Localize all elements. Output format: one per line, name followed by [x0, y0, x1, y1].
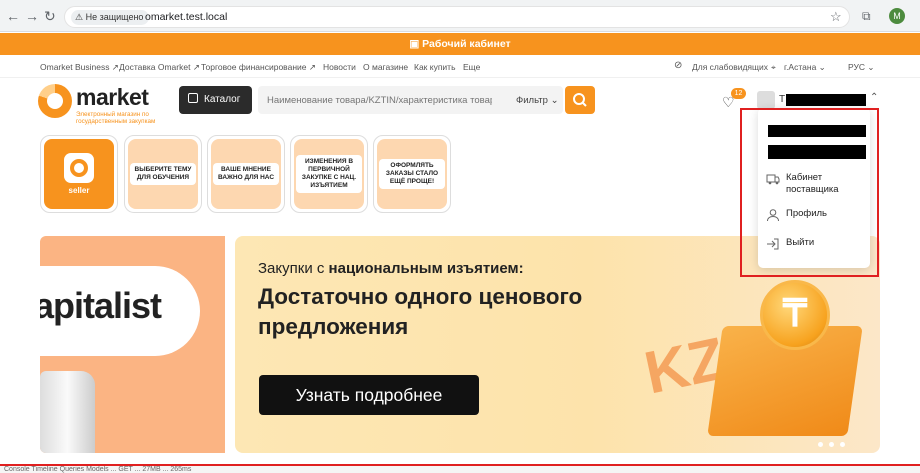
banner-left[interactable]: apitalist — [40, 236, 225, 453]
banner-subtitle: Закупки с национальным изъятием: — [258, 260, 524, 277]
chevron-down-icon: ⌄ — [550, 95, 559, 106]
carousel-dot[interactable] — [829, 442, 834, 447]
tile-label: ВЫБЕРИТЕ ТЕМУ ДЛЯ ОБУЧЕНИЯ — [130, 163, 196, 185]
nav-link-delivery[interactable]: Доставка Omarket ↗ — [119, 62, 200, 73]
city-selector[interactable]: г.Астана ⌄ — [784, 62, 826, 73]
seller-logo-icon — [64, 153, 94, 183]
bookmark-star-icon[interactable]: ☆ — [830, 9, 842, 25]
carousel-dot[interactable] — [840, 442, 845, 447]
search-button[interactable] — [565, 86, 595, 114]
banner-left-text: apitalist — [40, 285, 162, 326]
tile-feedback[interactable]: ВАШЕ МНЕНИЕ ВАЖНО ДЛЯ НАС — [207, 135, 285, 213]
extensions-icon[interactable]: ⧉ — [862, 9, 871, 24]
reload-icon[interactable]: ↻ — [44, 8, 56, 24]
eye-slash-icon: ⊘ — [674, 60, 683, 71]
address-bar[interactable]: ⚠ Не защищено omarket.test.local — [64, 6, 850, 28]
tile-content: ВАШЕ МНЕНИЕ ВАЖНО ДЛЯ НАС — [211, 139, 281, 209]
accessibility-link[interactable]: Для слабовидящих — [692, 62, 768, 72]
tile-label: ВАШЕ МНЕНИЕ ВАЖНО ДЛЯ НАС — [213, 163, 279, 185]
seller-label: seller — [68, 186, 90, 195]
tile-content: ВЫБЕРИТЕ ТЕМУ ДЛЯ ОБУЧЕНИЯ — [128, 139, 198, 209]
workspace-label: Рабочий кабинет — [422, 38, 511, 50]
language-selector[interactable]: РУС ⌄ — [848, 62, 875, 73]
omarket-logo[interactable]: market Электронный магазин по государств… — [38, 84, 168, 128]
favorites-badge: 12 — [731, 88, 746, 99]
tile-orders[interactable]: ОФОРМЛЯТЬ ЗАКАЗЫ СТАЛО ЕЩЁ ПРОЩЕ! — [373, 135, 451, 213]
nav-link-news[interactable]: Новости — [323, 62, 356, 72]
workspace-bar[interactable]: ▣ Рабочий кабинет — [0, 33, 920, 55]
filter-dropdown[interactable]: Фильтр ⌄ — [516, 95, 559, 106]
banner-subtitle-prefix: Закупки с — [258, 260, 329, 277]
security-label: Не защищено — [85, 12, 144, 22]
redacted-username — [786, 94, 866, 106]
chevron-down-icon: ⌄ — [867, 62, 875, 72]
grid-icon — [188, 93, 198, 103]
back-arrow-icon[interactable]: ← — [6, 8, 20, 24]
tile-label: ОФОРМЛЯТЬ ЗАКАЗЫ СТАЛО ЕЩЁ ПРОЩЕ! — [379, 159, 445, 189]
nav-link-how-to-buy[interactable]: Как купить — [414, 62, 456, 72]
language-label: РУС — [848, 62, 866, 72]
tile-seller[interactable]: seller — [40, 135, 118, 213]
nav-link-business[interactable]: Omarket Business ↗ — [40, 62, 119, 73]
filter-label: Фильтр — [516, 95, 548, 106]
logo-word: market — [76, 84, 149, 110]
browser-toolbar: ← → ↻ ⚠ Не защищено omarket.test.local ☆… — [0, 0, 920, 32]
tenge-coin-icon: ₸ — [760, 280, 830, 350]
nav-link-financing[interactable]: Торговое финансирование ↗ — [201, 62, 316, 73]
user-avatar[interactable] — [757, 91, 775, 109]
tile-training[interactable]: ВЫБЕРИТЕ ТЕМУ ДЛЯ ОБУЧЕНИЯ — [124, 135, 202, 213]
tile-content: ОФОРМЛЯТЬ ЗАКАЗЫ СТАЛО ЕЩЁ ПРОЩЕ! — [377, 139, 447, 209]
location-pin-icon: ⌖ — [771, 62, 776, 72]
highlight-box — [740, 108, 879, 277]
profile-avatar[interactable]: M — [889, 8, 905, 24]
debug-toolbar: Console Timeline Queries Models ... GET … — [0, 464, 920, 473]
nav-link-more[interactable]: Еще — [463, 62, 480, 72]
security-badge[interactable]: ⚠ Не защищено — [71, 10, 150, 25]
carousel-dots — [818, 434, 851, 452]
forward-arrow-icon[interactable]: → — [25, 8, 39, 24]
tile-label: ИЗМЕНЕНИЯ В ПЕРВИЧНОЙ ЗАКУПКЕ С НАЦ. ИЗЪ… — [296, 155, 362, 193]
logo-subtitle: Электронный магазин по государственным з… — [76, 111, 156, 125]
seller-tile-content: seller — [44, 139, 114, 209]
catalog-label: Каталог — [204, 94, 241, 105]
banner-subtitle-bold: национальным изъятием: — [328, 260, 524, 277]
search-icon — [573, 93, 587, 107]
catalog-button[interactable]: Каталог — [179, 86, 252, 114]
nav-link-about[interactable]: О магазине — [363, 62, 408, 72]
url-text: omarket.test.local — [145, 11, 228, 23]
chevron-down-icon: ⌄ — [818, 62, 826, 72]
search-input[interactable] — [267, 86, 492, 114]
carousel-dot[interactable] — [818, 442, 823, 447]
logo-mark — [38, 84, 72, 118]
tile-changes[interactable]: ИЗМЕНЕНИЯ В ПЕРВИЧНОЙ ЗАКУПКЕ С НАЦ. ИЗЪ… — [290, 135, 368, 213]
tile-content: ИЗМЕНЕНИЯ В ПЕРВИЧНОЙ ЗАКУПКЕ С НАЦ. ИЗЪ… — [294, 139, 364, 209]
learn-more-button[interactable]: Узнать подробнее — [259, 375, 479, 415]
bottle-image — [40, 371, 95, 453]
user-name[interactable]: Т — [779, 94, 785, 105]
coin-symbol: ₸ — [782, 293, 808, 335]
workspace-icon: ▣ — [409, 38, 423, 50]
top-nav: Omarket Business ↗ Доставка Omarket ↗ То… — [0, 56, 920, 78]
chevron-up-icon[interactable]: ⌃ — [870, 92, 878, 103]
city-label: г.Астана — [784, 62, 817, 72]
banner-headline: Достаточно одного ценового предложения — [258, 284, 583, 339]
